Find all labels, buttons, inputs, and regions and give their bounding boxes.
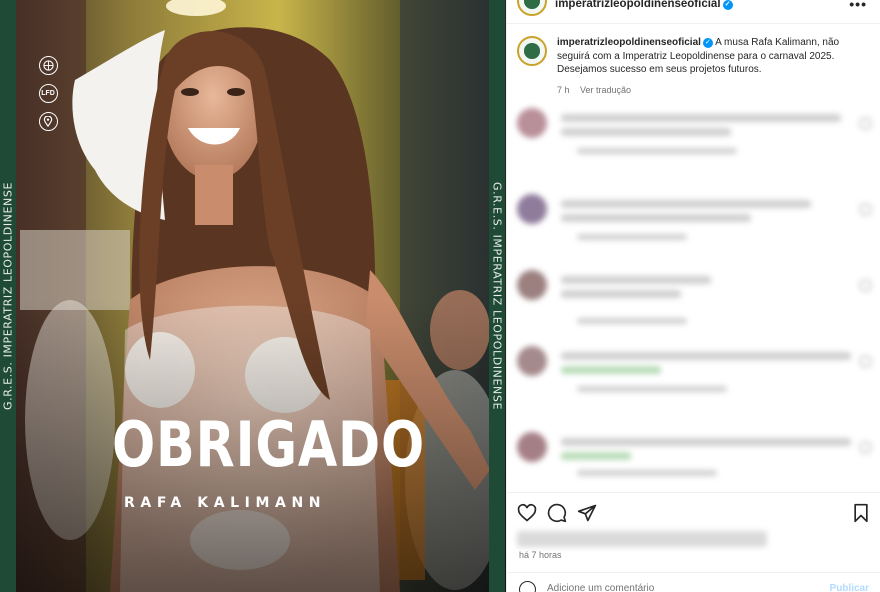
comment-input[interactable]: Adicione um comentário (547, 583, 654, 592)
border-text-left: G.R.E.S. IMPERATRIZ LEOPOLDINENSE (1, 181, 15, 411)
post-headline: OBRIGADO (112, 408, 426, 481)
globe-icon (38, 56, 58, 75)
translate-link[interactable]: Ver tradução (580, 85, 631, 95)
list-item[interactable] (517, 270, 873, 330)
avatar[interactable] (517, 108, 547, 138)
list-item[interactable] (517, 194, 873, 254)
post-time: há 7 horas (519, 550, 562, 560)
border-strip-right: G.R.E.S. IMPERATRIZ LEOPOLDINENSE (489, 0, 505, 592)
list-item[interactable] (517, 432, 873, 490)
verified-icon: ✓ (702, 38, 713, 48)
header-username[interactable]: imperatrizleopoldinenseoficial ✓ (555, 0, 733, 10)
like-comment-icon[interactable] (860, 356, 871, 367)
like-comment-icon[interactable] (860, 280, 871, 291)
avatar[interactable] (517, 432, 547, 462)
more-options-icon[interactable]: ••• (849, 0, 867, 12)
post-action-bar (507, 492, 880, 530)
bookmark-icon[interactable] (851, 503, 871, 523)
emoji-icon[interactable] (519, 581, 536, 592)
like-comment-icon[interactable] (860, 118, 871, 129)
caption-avatar[interactable] (517, 36, 547, 66)
border-text-right: G.R.E.S. IMPERATRIZ LEOPOLDINENSE (490, 181, 504, 411)
avatar[interactable] (517, 270, 547, 300)
lfd-badge-icon: LFD (38, 84, 58, 103)
like-comment-icon[interactable] (860, 442, 871, 453)
location-pin-icon (38, 112, 58, 131)
caption-age: 7 h (557, 84, 570, 95)
like-comment-icon[interactable] (860, 204, 871, 215)
caption-meta: 7 h Ver tradução (557, 85, 867, 95)
header-username-text[interactable]: imperatrizleopoldinenseoficial (555, 0, 721, 10)
post-details-panel: imperatrizleopoldinenseoficial ✓ ••• impe… (506, 0, 880, 592)
caption-username[interactable]: imperatrizleopoldinenseoficial (557, 37, 701, 48)
post-header: imperatrizleopoldinenseoficial ✓ ••• (507, 0, 880, 24)
post-subline: RAFA KALIMANN (124, 495, 327, 511)
heart-icon[interactable] (517, 503, 537, 523)
list-item[interactable] (517, 346, 873, 406)
list-item[interactable] (517, 108, 873, 168)
verified-icon: ✓ (722, 0, 733, 10)
header-avatar[interactable] (517, 0, 547, 16)
avatar[interactable] (517, 194, 547, 224)
post-media[interactable]: G.R.E.S. IMPERATRIZ LEOPOLDINENSE G.R.E.… (0, 0, 506, 592)
likes-summary[interactable] (517, 531, 767, 547)
avatar[interactable] (517, 346, 547, 376)
caption-body: imperatrizleopoldinenseoficial ✓ A musa R… (557, 36, 867, 77)
comment-icon[interactable] (547, 503, 567, 523)
border-strip-left: G.R.E.S. IMPERATRIZ LEOPOLDINENSE (0, 0, 16, 592)
add-comment-bar: Adicione um comentário Publicar (507, 572, 880, 592)
publish-button[interactable]: Publicar (830, 583, 869, 592)
comment-list[interactable] (517, 106, 873, 490)
post-side-icons: LFD (38, 56, 58, 131)
post-caption: imperatrizleopoldinenseoficial ✓ A musa R… (517, 36, 867, 95)
share-icon[interactable] (577, 503, 597, 523)
